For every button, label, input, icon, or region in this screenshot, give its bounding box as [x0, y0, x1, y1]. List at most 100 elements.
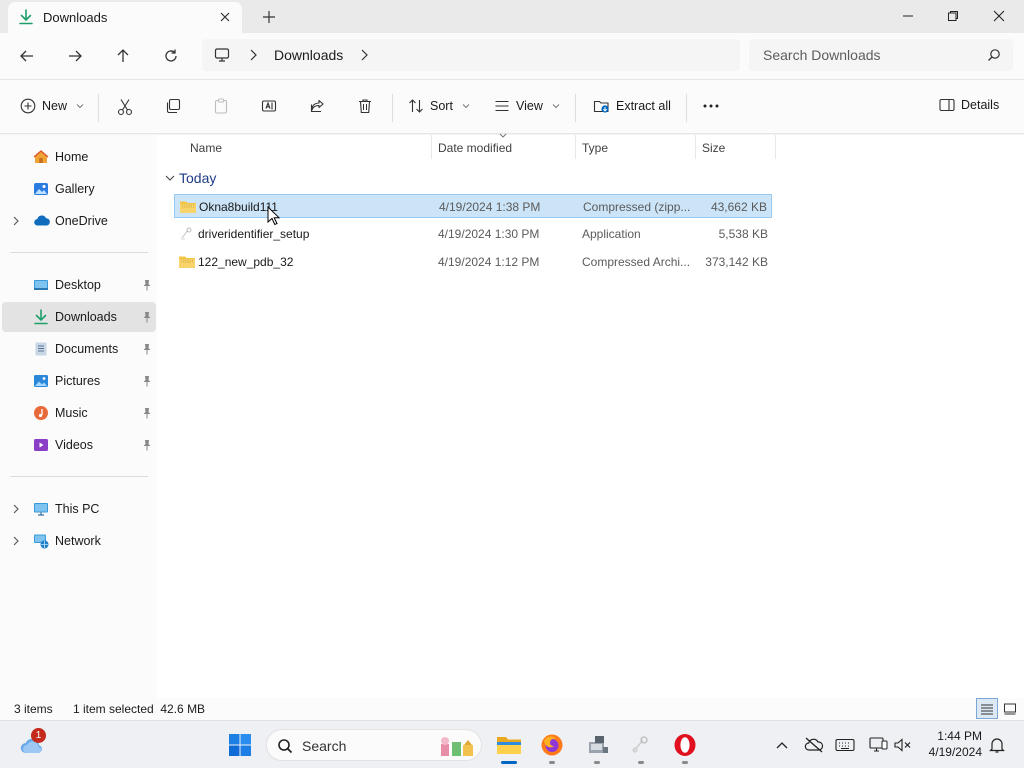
cut-icon[interactable]	[117, 98, 133, 116]
chevron-down-icon	[552, 103, 560, 109]
nav-item-this-pc[interactable]: This PC	[2, 494, 156, 524]
cloud-offline-icon[interactable]	[800, 731, 828, 759]
file-list: Name Date modified Type Size Today Okna8…	[157, 133, 1024, 698]
view-icon	[494, 98, 510, 114]
running-app-indicator	[549, 761, 555, 764]
column-divider[interactable]	[431, 135, 432, 159]
nav-item-desktop[interactable]: Desktop	[2, 270, 156, 300]
nav-item-music[interactable]: Music	[2, 398, 156, 428]
pin-icon[interactable]	[142, 279, 152, 291]
chevron-up-icon[interactable]	[768, 731, 796, 759]
taskbar-search[interactable]: Search	[266, 729, 482, 761]
close-window-button[interactable]	[984, 6, 1014, 26]
details-view-toggle[interactable]	[976, 698, 998, 719]
details-pane-icon	[939, 98, 955, 112]
volume-muted-icon[interactable]	[889, 731, 917, 759]
expand-chevron-icon[interactable]	[12, 504, 20, 514]
keyboard-icon[interactable]	[831, 731, 859, 759]
clock-time: 1:44 PM	[937, 729, 982, 743]
column-divider[interactable]	[575, 135, 576, 159]
nav-item-pictures[interactable]: Pictures	[2, 366, 156, 396]
breadcrumb-chevron-icon[interactable]	[248, 49, 258, 61]
column-header-type[interactable]: Type	[582, 141, 608, 155]
nav-item-network[interactable]: Network	[2, 526, 156, 556]
setup-app-icon[interactable]	[627, 731, 655, 759]
back-button[interactable]	[17, 46, 37, 66]
firefox-icon[interactable]	[538, 731, 566, 759]
view-button[interactable]: View	[494, 98, 560, 114]
notification-bell-icon[interactable]	[983, 731, 1011, 759]
file-date: 4/19/2024 1:12 PM	[438, 255, 540, 269]
pin-icon[interactable]	[142, 311, 152, 323]
column-header-date[interactable]: Date modified	[438, 141, 512, 155]
file-date: 4/19/2024 1:38 PM	[439, 200, 541, 214]
column-header-name[interactable]: Name	[190, 141, 222, 155]
toolbar-divider	[98, 94, 99, 122]
new-label: New	[42, 99, 68, 113]
pin-icon[interactable]	[142, 407, 152, 419]
nav-item-onedrive[interactable]: OneDrive	[2, 206, 156, 236]
nav-item-videos[interactable]: Videos	[2, 430, 156, 460]
column-divider[interactable]	[775, 135, 776, 159]
copy-icon[interactable]	[165, 98, 181, 114]
active-app-indicator	[501, 761, 517, 764]
nav-item-home[interactable]: Home	[2, 142, 156, 172]
pin-icon[interactable]	[142, 375, 152, 387]
nav-item-downloads[interactable]: Downloads	[2, 302, 156, 332]
nav-label: Desktop	[55, 278, 101, 292]
more-options-icon[interactable]	[702, 98, 720, 114]
pin-icon[interactable]	[142, 343, 152, 355]
taskbar-search-label: Search	[302, 738, 347, 754]
file-explorer-taskbar-icon[interactable]	[495, 731, 523, 759]
share-icon[interactable]	[309, 98, 325, 114]
sort-indicator-icon	[499, 133, 507, 138]
navigation-pane: Home Gallery OneDrive Desktop Downloads	[0, 135, 157, 698]
column-header-size[interactable]: Size	[702, 141, 725, 155]
file-size: 5,538 KB	[718, 227, 768, 241]
installer-app-icon[interactable]	[584, 731, 612, 759]
system-clock[interactable]: 1:44 PM 4/19/2024	[920, 728, 982, 760]
group-header-today[interactable]: Today	[165, 170, 216, 186]
file-row[interactable]: driveridentifier_setup 4/19/2024 1:30 PM…	[174, 222, 772, 246]
minimize-button[interactable]	[893, 6, 923, 26]
pin-icon[interactable]	[142, 439, 152, 451]
toolbar-divider	[686, 94, 687, 122]
close-tab-icon[interactable]	[218, 10, 232, 24]
breadcrumb-chevron-icon[interactable]	[359, 49, 369, 61]
nav-divider	[10, 252, 148, 253]
tiles-view-toggle[interactable]	[999, 698, 1021, 719]
refresh-button[interactable]	[161, 46, 181, 66]
nav-item-gallery[interactable]: Gallery	[2, 174, 156, 204]
file-row[interactable]: Okna8build111 4/19/2024 1:38 PM Compress…	[174, 194, 772, 218]
nav-label: Downloads	[55, 310, 117, 324]
maximize-button[interactable]	[938, 6, 968, 26]
breadcrumb-downloads[interactable]: Downloads	[274, 47, 343, 63]
nav-label: Home	[55, 150, 89, 164]
taskbar: 1 Search 1:44 PM 4/19/2024	[0, 720, 1024, 768]
title-bar: Downloads	[0, 0, 1024, 33]
sort-button[interactable]: Sort	[408, 98, 470, 114]
tab-downloads[interactable]: Downloads	[8, 2, 242, 33]
new-button[interactable]: New	[20, 98, 84, 114]
column-divider[interactable]	[695, 135, 696, 159]
expand-chevron-icon[interactable]	[12, 536, 20, 546]
nav-item-documents[interactable]: Documents	[2, 334, 156, 364]
paste-icon[interactable]	[213, 98, 229, 114]
up-button[interactable]	[113, 46, 133, 66]
expand-chevron-icon[interactable]	[12, 216, 20, 226]
file-row[interactable]: 122_new_pdb_32 4/19/2024 1:12 PM Compres…	[174, 250, 772, 274]
group-label: Today	[179, 170, 217, 186]
address-bar[interactable]: Downloads	[202, 39, 740, 71]
delete-icon[interactable]	[357, 98, 373, 114]
details-pane-button[interactable]: Details	[939, 98, 999, 112]
search-input[interactable]: Search Downloads	[749, 39, 1013, 71]
rename-icon[interactable]	[261, 98, 277, 114]
extract-all-button[interactable]: Extract all	[593, 98, 671, 114]
opera-icon[interactable]	[671, 731, 699, 759]
forward-button[interactable]	[65, 46, 85, 66]
nav-label: Documents	[55, 342, 119, 356]
nav-label: Network	[55, 534, 101, 548]
start-button[interactable]	[226, 731, 254, 759]
new-tab-button[interactable]	[261, 9, 277, 25]
display-icon[interactable]	[864, 731, 892, 759]
